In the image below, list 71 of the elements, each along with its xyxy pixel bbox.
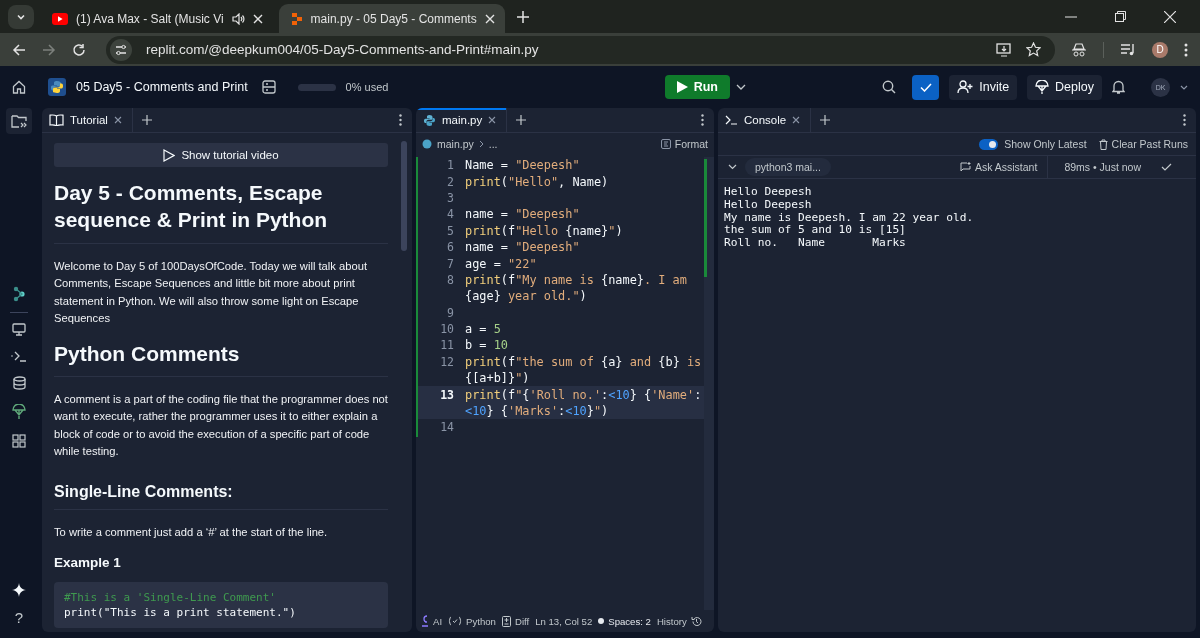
line-number: 8 [447,272,454,287]
clear-runs-button[interactable]: Clear Past Runs [1098,138,1188,150]
indent-setting[interactable]: Spaces: 2 [598,615,651,627]
paragraph: To write a comment just add a ‘#’ at the start of the line. [54,524,329,540]
code-line: {age} year old.") [465,289,587,304]
code-line: {[a+b]}") [465,371,530,386]
line-number: 3 [447,190,454,205]
line-number: 12 [440,354,454,369]
line-number: 1 [447,158,454,173]
subheading: Example 1 [54,555,122,571]
tutorial-video-button[interactable]: Show tutorial video [54,143,388,167]
paragraph: Welcome to Day 5 of 100DaysOfCode. Today we will talk about Comments, Escape Sequences and little bit more about print statement in Python. We will also throw some light on Escape Sequences [54,258,368,327]
code-line: #This is a 'Single-Line Comment' [64,590,277,606]
line-number: 2 [447,174,454,189]
history-button[interactable]: History [656,615,702,627]
browser-tab[interactable]: (1) Ava Max - Salt (Music Vi [40,4,273,33]
console-output-line: My name is Deepesh. I am 22 year old. [724,211,975,225]
ai-button[interactable]: AI [421,615,443,627]
console-output-line: Hello Deepesh [724,186,813,199]
ask-assistant-button[interactable]: Ask Assistant [959,156,1049,178]
line-number: 6 [447,240,454,255]
format-button[interactable]: Format [660,138,708,150]
code-line: Name = "Deepesh" [465,158,580,173]
line-number: 7 [447,256,454,271]
console-output-line: Hello Deepesh [724,198,813,212]
run-name-pill[interactable]: python3 mai... [745,158,831,176]
code-line: b = 10 [465,338,508,353]
language-button[interactable]: Python [448,615,496,627]
line-number: 13 [440,387,454,402]
line-number: 10 [440,322,454,337]
code-line: print(f"Hello {name}") [465,223,623,238]
line-number: 4 [447,207,454,222]
deploy-button[interactable]: Deploy [1027,74,1102,100]
project-title[interactable]: 05 Day5 - Comments and Print [76,80,248,94]
run-timing: 89ms • Just now [1063,161,1142,173]
help-button[interactable]: ? [14,609,24,626]
code-line: print("This is a print statement.") [64,605,297,621]
browser-tab[interactable]: main.py - 05 Day5 - Comments [278,4,505,33]
line-number: 11 [440,338,454,353]
console-output-line: the sum of 5 and 10 is [15] [724,224,907,238]
cursor-position[interactable]: Ln 13, Col 52 [535,615,593,627]
invite-button[interactable]: Invite [949,74,1018,100]
heading: Day 5 - Comments, Escape sequence & Print in Python [54,179,388,244]
usage-label: 0% used [345,81,389,93]
address-bar[interactable]: replit.com/@deepkum004/05-Day5-Comments-and-Print#main.py [106,35,1055,64]
file-tab[interactable]: main.py [416,108,508,132]
line-number: 14 [440,420,454,435]
code-line: a = 5 [465,322,501,337]
code-line: <10} {'Marks':<10}") [465,404,609,419]
toggle-label[interactable]: Show Only Latest [1004,138,1087,150]
breadcrumb[interactable]: ... [488,138,498,150]
diff-button[interactable]: Diff [501,615,530,627]
profile-avatar[interactable]: D [1152,41,1168,58]
console-output-line: Roll no. Name Marks [724,237,907,250]
code-line: name = "Deepesh" [465,207,580,222]
console-tab[interactable]: Console [718,108,812,132]
breadcrumb[interactable]: main.py [437,138,474,150]
url-text: replit.com/@deepkum004/05-Day5-Comments-and-Print#main.py [146,42,539,57]
heading: Python Comments [54,339,388,377]
code-line: name = "Deepesh" [465,240,580,255]
run-button[interactable]: Run [664,75,730,99]
subheading: Single-Line Comments: [54,482,388,510]
code-line: print(f"the sum of {a} and {b} is [465,354,702,369]
code-line: print(f"My name is {name}. I am [465,272,687,287]
line-number: 5 [447,223,454,238]
code-line: age = "22" [465,256,537,271]
code-line: print(f"{'Roll no.':<10} {'Name': [465,387,702,402]
code-line: print("Hello", Name) [465,174,609,189]
tutorial-tab[interactable]: Tutorial [42,108,133,132]
paragraph: A comment is a part of the coding file that the programmer does not want to execute, rather the programmer uses it to either explain a block of code or to avoid the execution of a specific part of code while testing. [54,391,388,460]
line-number: 9 [447,305,454,320]
